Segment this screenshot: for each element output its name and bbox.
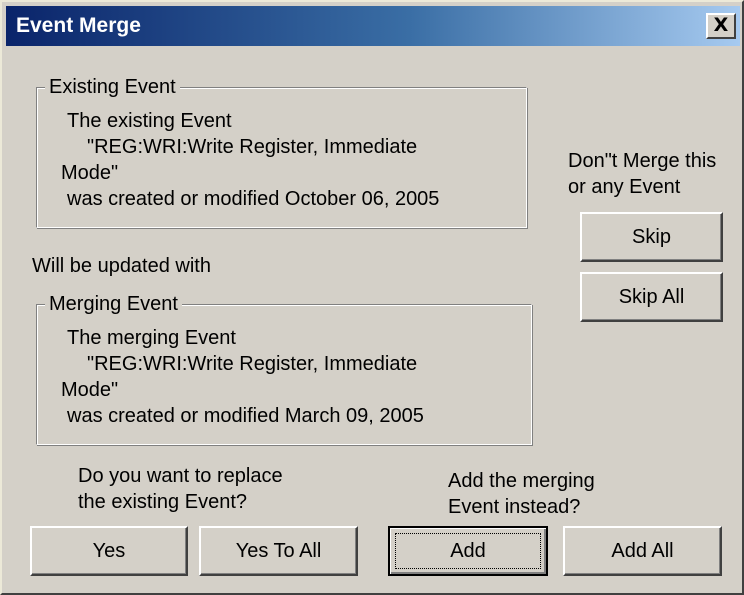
add-prompt-line-1: Add the merging — [448, 470, 595, 492]
merging-event-line-4: was created or modified March 09, 2005 — [67, 405, 424, 427]
merging-event-group: Merging Event The merging Event "REG:WRI… — [36, 291, 532, 445]
replace-prompt-line-1: Do you want to replace — [78, 465, 283, 487]
yes-to-all-button[interactable]: Yes To All — [199, 526, 358, 576]
yes-button[interactable]: Yes — [30, 526, 188, 576]
skip-prompt-line-2: or any Event — [568, 176, 681, 198]
window-title: Event Merge — [16, 14, 141, 37]
skip-all-button[interactable]: Skip All — [580, 272, 723, 322]
add-button[interactable]: Add — [388, 526, 548, 576]
skip-all-button-label: Skip All — [618, 286, 685, 308]
update-text: Will be updated with — [32, 255, 211, 277]
existing-event-group: Existing Event The existing Event "REG:W… — [36, 74, 527, 228]
skip-button[interactable]: Skip — [580, 212, 723, 262]
merging-event-legend: Merging Event — [45, 291, 182, 317]
existing-event-line-2: "REG:WRI:Write Register, Immediate — [87, 136, 418, 158]
replace-prompt-line-2: the existing Event? — [78, 491, 247, 513]
yes-to-all-button-label: Yes To All — [235, 540, 322, 562]
skip-prompt: Don"t Merge this or any Event — [568, 148, 716, 200]
existing-event-legend: Existing Event — [45, 74, 180, 100]
add-all-button-label: Add All — [611, 540, 674, 562]
skip-button-label: Skip — [632, 226, 671, 248]
merging-event-line-1: The merging Event — [67, 327, 236, 349]
existing-event-line-1: The existing Event — [67, 110, 232, 132]
close-icon: X — [713, 14, 729, 36]
add-all-button[interactable]: Add All — [563, 526, 722, 576]
title-bar[interactable]: Event Merge X — [6, 6, 740, 46]
existing-event-line-3: Mode" — [61, 162, 119, 184]
event-merge-dialog: Event Merge X Existing Event The existin… — [0, 0, 744, 595]
existing-event-line-4: was created or modified October 06, 2005 — [67, 188, 440, 210]
add-prompt: Add the merging Event instead? — [448, 468, 595, 520]
replace-prompt: Do you want to replace the existing Even… — [78, 463, 283, 515]
close-button[interactable]: X — [706, 13, 736, 39]
yes-button-label: Yes — [92, 540, 126, 562]
merging-event-line-3: Mode" — [61, 379, 119, 401]
add-prompt-line-2: Event instead? — [448, 496, 581, 518]
add-button-label: Add — [450, 540, 486, 562]
skip-prompt-line-1: Don"t Merge this — [568, 150, 717, 172]
merging-event-line-2: "REG:WRI:Write Register, Immediate — [87, 353, 418, 375]
